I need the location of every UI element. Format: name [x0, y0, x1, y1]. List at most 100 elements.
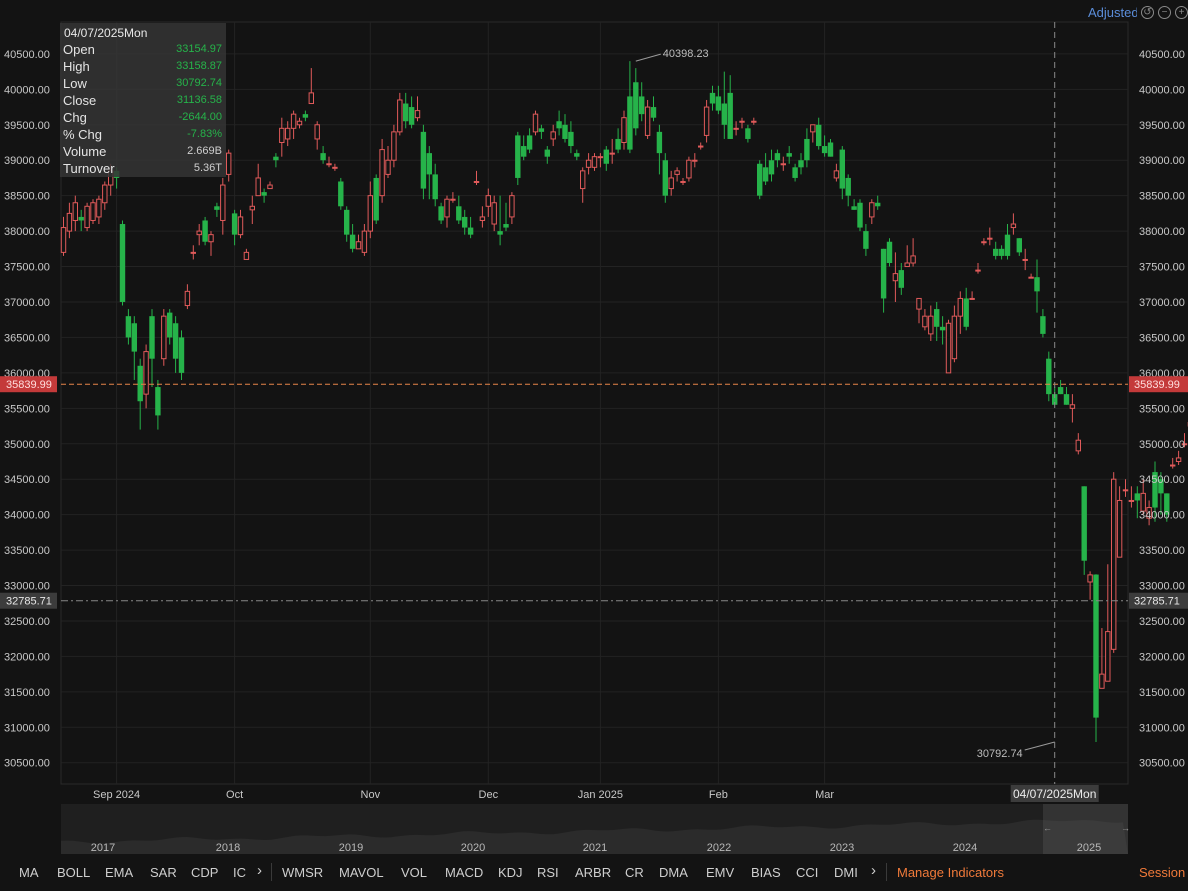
crosshair-date-label: 04/07/2025Mon — [1010, 785, 1099, 802]
candle — [444, 195, 450, 228]
candle — [698, 142, 704, 150]
candle — [975, 263, 981, 274]
minus-circle-icon[interactable]: − — [1158, 5, 1171, 19]
candle — [804, 128, 810, 168]
candle — [733, 121, 739, 136]
candle — [155, 379, 161, 430]
candle — [627, 61, 633, 154]
chevron-right-icon[interactable]: › — [871, 862, 876, 879]
plus-circle-icon[interactable]: + — [1175, 5, 1188, 19]
candle — [66, 202, 73, 239]
candle — [969, 291, 975, 300]
indicator-cr[interactable]: CR — [625, 865, 644, 880]
info-label: Close — [63, 93, 97, 108]
info-date: 04/07/2025Mon — [64, 26, 148, 40]
indicator-macd[interactable]: MACD — [445, 865, 483, 880]
candle — [821, 135, 828, 157]
indicator-cdp[interactable]: CDP — [191, 865, 218, 880]
indicator-ema[interactable]: EMA — [105, 865, 133, 880]
indicator-wmsr[interactable]: WMSR — [282, 865, 323, 880]
candle — [214, 202, 220, 217]
indicator-vol[interactable]: VOL — [401, 865, 427, 880]
candle — [509, 192, 515, 225]
candle — [857, 199, 863, 232]
candle — [869, 199, 875, 225]
navigator-year-label: 2024 — [953, 842, 977, 854]
candle — [78, 209, 84, 232]
candle — [538, 124, 545, 139]
session-button[interactable]: Session — [1139, 865, 1185, 880]
candle — [314, 121, 320, 150]
candle — [414, 96, 421, 122]
candle — [550, 124, 556, 147]
y-tick-label-right: 33500.00 — [1139, 545, 1185, 557]
navigator-left-handle-icon[interactable]: ← — [1043, 823, 1052, 833]
y-tick-label-left: 36500.00 — [4, 332, 50, 344]
indicator-ic[interactable]: IC — [233, 865, 246, 880]
candle — [190, 245, 197, 260]
navigator-year-label: 2021 — [583, 842, 607, 854]
candle — [249, 195, 256, 225]
indicator-kdj[interactable]: KDJ — [498, 865, 523, 880]
candle — [338, 177, 344, 210]
candle — [178, 330, 185, 380]
candle — [650, 96, 657, 122]
info-label: Low — [63, 76, 87, 91]
indicator-rsi[interactable]: RSI — [537, 865, 559, 880]
candle — [267, 181, 273, 190]
adjusted-toggle[interactable]: Adjusted — [1088, 5, 1137, 20]
x-tick-label: Oct — [226, 789, 243, 801]
candle — [957, 291, 963, 334]
indicator-dma[interactable]: DMA — [659, 865, 688, 880]
candle — [715, 85, 722, 115]
indicator-bias[interactable]: BIAS — [751, 865, 781, 880]
indicator-boll[interactable]: BOLL — [57, 865, 90, 880]
candle — [786, 146, 792, 164]
candle — [898, 263, 904, 295]
candle — [515, 131, 521, 186]
candle — [1170, 457, 1176, 469]
candle — [1099, 628, 1105, 689]
x-tick-label: Jan 2025 — [578, 789, 623, 801]
candle — [96, 195, 102, 225]
candle — [1122, 479, 1129, 497]
extreme-annotation: 30792.74 — [977, 741, 1055, 760]
info-label: Turnover — [63, 161, 115, 176]
indicator-arbr[interactable]: ARBR — [575, 865, 611, 880]
indicator-dmi[interactable]: DMI — [834, 865, 858, 880]
candle — [408, 96, 415, 129]
y-tick-label-right: 30500.00 — [1139, 758, 1185, 770]
divider — [886, 863, 887, 881]
manage-indicators-button[interactable]: Manage Indicators — [897, 865, 1004, 880]
candle — [904, 245, 910, 268]
candle — [208, 231, 214, 256]
indicator-emv[interactable]: EMV — [706, 865, 734, 880]
crosshair-price-label: 32785.71 — [1129, 592, 1188, 609]
navigator-right-handle-icon[interactable]: → — [1121, 823, 1130, 833]
undo-icon[interactable]: ↺ — [1141, 5, 1154, 19]
indicator-sar[interactable]: SAR — [150, 865, 177, 880]
indicator-cci[interactable]: CCI — [796, 865, 818, 880]
candle — [220, 177, 226, 235]
y-tick-label-right: 36500.00 — [1139, 332, 1185, 344]
y-tick-label-right: 34000.00 — [1139, 510, 1185, 522]
chart-header-controls: Adjusted ↺ − + — [1088, 3, 1188, 21]
candle — [1081, 486, 1087, 575]
y-tick-label-right: 35500.00 — [1139, 403, 1185, 415]
info-label: High — [63, 59, 90, 74]
info-label: Open — [63, 42, 95, 57]
candle — [692, 153, 698, 168]
candle — [397, 92, 403, 136]
y-tick-label-left: 34000.00 — [4, 510, 50, 522]
y-tick-label-left: 32000.00 — [4, 651, 50, 663]
info-label: Volume — [63, 144, 107, 159]
chevron-right-icon[interactable]: › — [257, 862, 262, 879]
indicator-ma[interactable]: MA — [19, 865, 39, 880]
y-tick-label-left: 31000.00 — [4, 722, 50, 734]
indicator-mavol[interactable]: MAVOL — [339, 865, 384, 880]
navigator[interactable]: ← → 2017 2018 2019 2020 2021 2022 2023 2024 2025 — [61, 804, 1130, 854]
candle — [774, 149, 781, 168]
y-tick-label-right: 34500.00 — [1139, 474, 1185, 486]
candle — [662, 153, 668, 203]
y-tick-label-right: 40000.00 — [1139, 84, 1185, 96]
